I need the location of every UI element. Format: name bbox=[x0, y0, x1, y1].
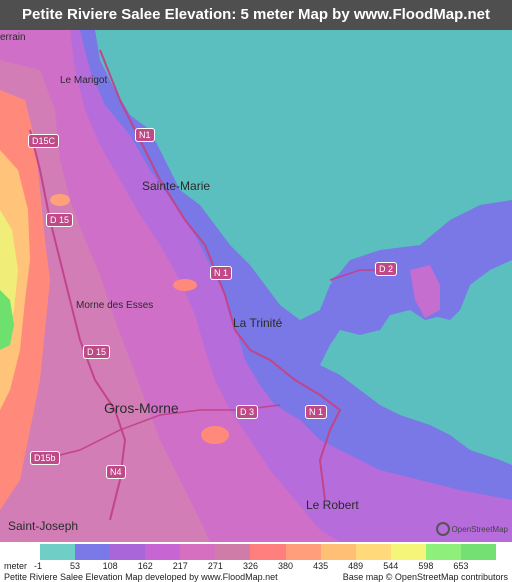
legend-label: 489 bbox=[348, 561, 364, 571]
magnifier-icon bbox=[435, 522, 450, 536]
legend-unit: meter bbox=[4, 561, 28, 571]
legend-swatch bbox=[180, 544, 216, 560]
road-shield-d15b: D15b bbox=[30, 451, 60, 465]
legend-label: 544 bbox=[383, 561, 399, 571]
legend-swatch bbox=[215, 544, 251, 560]
legend-label: 53 bbox=[70, 561, 81, 571]
road-shield-d3: D 3 bbox=[236, 405, 259, 419]
elevation-map-graphic bbox=[0, 30, 512, 542]
legend-swatch bbox=[390, 544, 426, 560]
legend-swatch bbox=[110, 544, 146, 560]
road-shield-d15c: D15C bbox=[28, 134, 60, 148]
osm-logo-text: OpenStreetMap bbox=[451, 524, 508, 534]
place-le-marigot: Le Marigot bbox=[60, 75, 108, 86]
elevation-map[interactable]: errain Le Marigot Sainte-Marie Morne des… bbox=[0, 30, 512, 542]
road-shield-n1: N1 bbox=[135, 128, 155, 142]
legend-swatch bbox=[250, 544, 286, 560]
road-shield-n4: N4 bbox=[106, 465, 126, 479]
legend-swatch bbox=[460, 544, 496, 560]
legend-swatch bbox=[75, 544, 111, 560]
place-saint-joseph: Saint-Joseph bbox=[8, 519, 79, 533]
elevation-legend: meter -1 53 108 162 217 271 326 380 435 489 544 598… bbox=[0, 542, 512, 582]
legend-label: 326 bbox=[242, 561, 258, 571]
legend-swatch bbox=[40, 544, 76, 560]
place-la-trinite: La Trinité bbox=[233, 316, 283, 330]
legend-label: 162 bbox=[137, 561, 153, 571]
footer-basemap-credit: Base map © OpenStreetMap contributors bbox=[342, 572, 508, 582]
legend-swatch bbox=[285, 544, 321, 560]
place-gros-morne: Gros-Morne bbox=[104, 400, 179, 416]
road-shield-d2: D 2 bbox=[375, 262, 398, 276]
legend-label: 435 bbox=[313, 561, 329, 571]
place-sainte-marie: Sainte-Marie bbox=[142, 179, 211, 193]
legend-label: -1 bbox=[33, 561, 43, 571]
legend-label: 380 bbox=[278, 561, 294, 571]
legend-label: 598 bbox=[418, 561, 434, 571]
legend-label: 271 bbox=[207, 561, 223, 571]
place-ferrain: errain bbox=[0, 32, 26, 43]
road-shield-d15-b: D 15 bbox=[83, 345, 111, 359]
road-shield-n1-b: N 1 bbox=[210, 266, 233, 280]
legend-swatch bbox=[320, 544, 356, 560]
osm-logo: OpenStreetMap bbox=[435, 522, 508, 536]
legend-swatch bbox=[425, 544, 461, 560]
place-morne-des-esses: Morne des Esses bbox=[76, 300, 154, 311]
road-shield-d15: D 15 bbox=[46, 213, 74, 227]
legend-label: 653 bbox=[453, 561, 469, 571]
legend-swatch bbox=[355, 544, 391, 560]
map-title: Petite Riviere Salee Elevation: 5 meter … bbox=[0, 0, 512, 53]
legend-label: 217 bbox=[172, 561, 188, 571]
road-shield-n1-c: N 1 bbox=[305, 405, 328, 419]
place-le-robert: Le Robert bbox=[306, 498, 359, 512]
legend-swatch bbox=[145, 544, 181, 560]
footer-credit: Petite Riviere Salee Elevation Map devel… bbox=[4, 572, 278, 582]
legend-label: 108 bbox=[102, 561, 118, 571]
